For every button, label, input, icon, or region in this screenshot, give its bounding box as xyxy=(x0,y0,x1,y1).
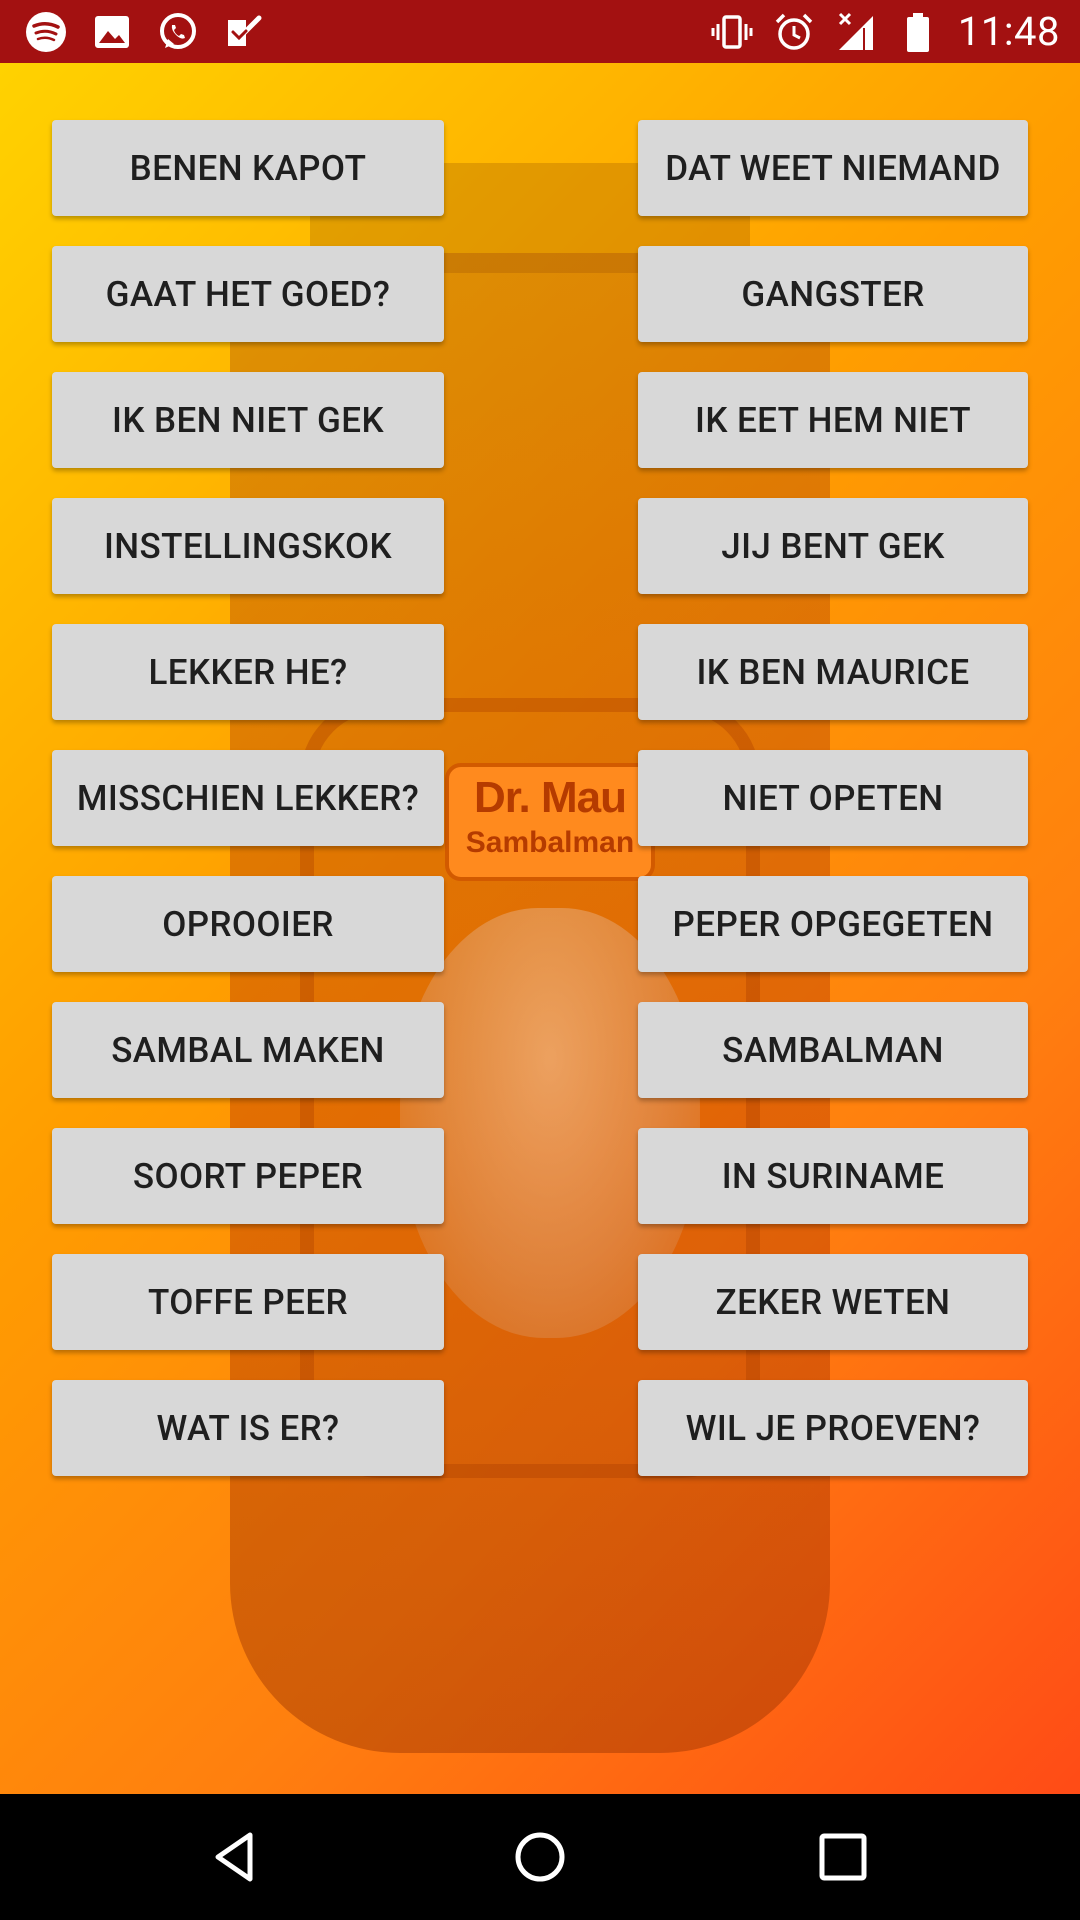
alarm-icon xyxy=(772,10,816,54)
jar-label-title: Dr. Mau xyxy=(474,773,627,822)
sound-button-in-suriname[interactable]: IN SURINAME xyxy=(638,1128,1028,1224)
sound-button-lekker-he[interactable]: LEKKER HE? xyxy=(52,624,444,720)
sound-button-gangster[interactable]: GANGSTER xyxy=(638,246,1028,342)
jar-label-plate: Dr. Mau Sambalman xyxy=(445,763,655,881)
sound-button-wat-is-er[interactable]: WAT IS ER? xyxy=(52,1380,444,1476)
sound-button-sambal-maken[interactable]: SAMBAL MAKEN xyxy=(52,1002,444,1098)
sound-button-soort-peper[interactable]: SOORT PEPER xyxy=(52,1128,444,1224)
navigation-bar xyxy=(0,1794,1080,1920)
signal-no-data-icon xyxy=(834,10,878,54)
sound-button-benen-kapot[interactable]: BENEN KAPOT xyxy=(52,120,444,216)
sound-button-ik-ben-maurice[interactable]: IK BEN MAURICE xyxy=(638,624,1028,720)
sound-button-niet-opeten[interactable]: NIET OPETEN xyxy=(638,750,1028,846)
battery-icon xyxy=(896,10,940,54)
main-content: Dr. Mau Sambalman BENEN KAPOT GAAT HET G… xyxy=(0,63,1080,1794)
sound-button-misschien-lekker[interactable]: MISSCHIEN LEKKER? xyxy=(52,750,444,846)
whatsapp-icon xyxy=(156,10,200,54)
jar-label-subtitle: Sambalman xyxy=(465,826,635,859)
clock: 11:48 xyxy=(957,8,1060,55)
sound-button-gaat-het-goed[interactable]: GAAT HET GOED? xyxy=(52,246,444,342)
sound-button-instellingskok[interactable]: INSTELLINGSKOK xyxy=(52,498,444,594)
sound-button-sambalman[interactable]: SAMBALMAN xyxy=(638,1002,1028,1098)
spotify-icon xyxy=(24,10,68,54)
status-bar: 11:48 xyxy=(0,0,1080,63)
home-icon[interactable] xyxy=(510,1827,570,1887)
sound-button-toffe-peer[interactable]: TOFFE PEER xyxy=(52,1254,444,1350)
sound-button-jij-bent-gek[interactable]: JIJ BENT GEK xyxy=(638,498,1028,594)
sound-button-ik-eet-hem-niet[interactable]: IK EET HEM NIET xyxy=(638,372,1028,468)
sound-button-ik-ben-niet-gek[interactable]: IK BEN NIET GEK xyxy=(52,372,444,468)
system-status-icons: 11:48 xyxy=(710,8,1060,55)
sound-button-oprooier[interactable]: OPROOIER xyxy=(52,876,444,972)
back-icon[interactable] xyxy=(206,1827,266,1887)
recents-icon[interactable] xyxy=(813,1827,873,1887)
sound-button-zeker-weten[interactable]: ZEKER WETEN xyxy=(638,1254,1028,1350)
task-check-icon xyxy=(222,10,266,54)
sound-button-peper-opgegeten[interactable]: PEPER OPGEGETEN xyxy=(638,876,1028,972)
vibrate-icon xyxy=(710,10,754,54)
notification-icons xyxy=(24,8,266,55)
image-icon xyxy=(90,10,134,54)
sound-button-wil-je-proeven[interactable]: WIL JE PROEVEN? xyxy=(638,1380,1028,1476)
sound-button-dat-weet-niemand[interactable]: DAT WEET NIEMAND xyxy=(638,120,1028,216)
